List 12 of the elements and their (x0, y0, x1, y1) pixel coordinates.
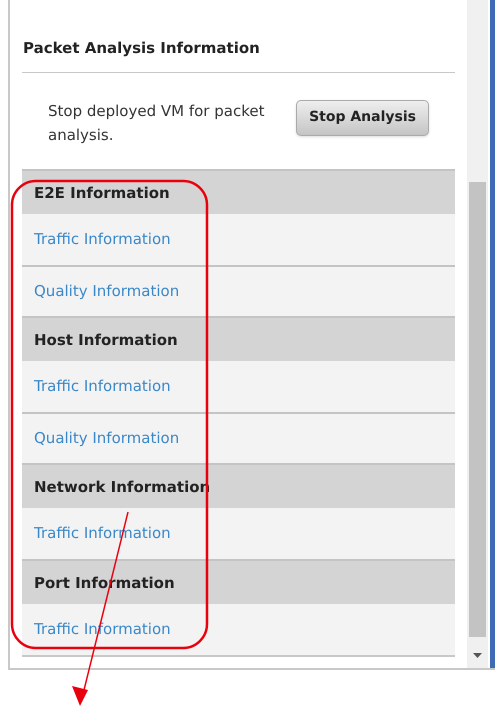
info-link[interactable]: Quality Information (34, 280, 180, 302)
section-header: Host Information (22, 316, 455, 360)
section-header: E2E Information (22, 168, 455, 214)
scroll-down-icon[interactable] (472, 653, 482, 658)
stop-analysis-button[interactable]: Stop Analysis (296, 100, 429, 136)
scrollbar[interactable] (466, 0, 488, 668)
info-link[interactable]: Traffic Information (34, 374, 171, 398)
info-link[interactable]: Traffic Information (34, 228, 171, 250)
description-text: Stop deployed VM for packet analysis. (48, 100, 266, 146)
panel-title: Packet Analysis Information (22, 38, 261, 59)
scrollbar-thumb[interactable] (468, 182, 486, 637)
info-link[interactable]: Quality Information (34, 426, 180, 450)
